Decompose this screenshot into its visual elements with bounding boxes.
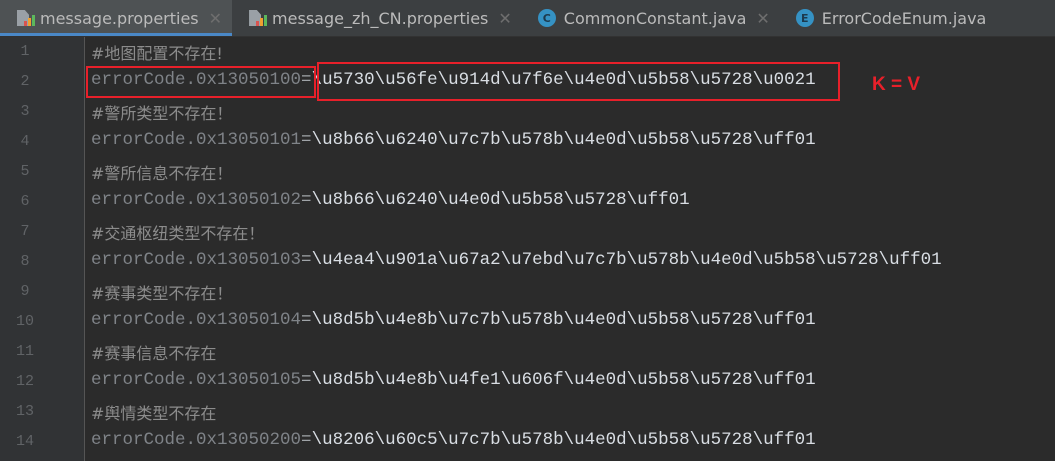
property-value: \u4ea4\u901a\u67a2\u7ebd\u7c7b\u578b\u4e… (311, 250, 942, 270)
line-number-gutter (0, 37, 85, 461)
tab-label: ErrorCodeEnum.java (821, 8, 987, 28)
editor-tab-bar: message.properties ✕ message_zh_CN.propert… (0, 0, 1055, 37)
comment-line: #警所信息不存在！ (91, 160, 232, 185)
tab-commonconstant-java[interactable]: C CommonConstant.java ✕ (522, 0, 780, 36)
property-line: errorCode.0x13050102=\u8b66\u6240\u4e0d\… (91, 190, 690, 210)
comment-line: #舆情类型不存在 (91, 400, 216, 425)
property-line: errorCode.0x13050103=\u4ea4\u901a\u67a2\… (91, 250, 942, 270)
property-key: errorCode.0x13050103 (91, 250, 302, 270)
line-number: 5 (20, 163, 30, 180)
line-number: 8 (20, 253, 30, 270)
property-line: errorCode.0x13050101=\u8b66\u6240\u7c7b\… (91, 130, 816, 150)
annotation-value-box (317, 62, 840, 101)
comment-text: #赛事类型不存在！ (91, 284, 233, 303)
line-number: 6 (20, 193, 30, 210)
line-number: 2 (20, 73, 30, 90)
property-separator: = (301, 310, 312, 330)
line-number: 13 (15, 403, 34, 420)
enum-icon: E (795, 9, 814, 27)
tab-label: message.properties (40, 8, 199, 28)
comment-text: #舆情类型不存在 (91, 404, 217, 423)
line-number: 4 (20, 133, 30, 150)
property-key: errorCode.0x13050200 (91, 430, 302, 450)
property-value: \u8d5b\u4e8b\u7c7b\u578b\u4e0d\u5b58\u57… (311, 310, 816, 330)
comment-text: #警所类型不存在！ (91, 104, 233, 123)
annotation-key-box (86, 66, 316, 98)
property-value: \u8d5b\u4e8b\u4fe1\u606f\u4e0d\u5b58\u57… (311, 370, 816, 390)
properties-file-icon (248, 9, 268, 27)
property-separator: = (301, 190, 312, 210)
comment-text: #交通枢纽类型不存在！ (91, 224, 265, 243)
tab-label: CommonConstant.java (563, 8, 747, 28)
class-icon: C (537, 9, 556, 27)
property-separator: = (301, 130, 312, 150)
line-number: 7 (20, 223, 30, 240)
property-value: \u8b66\u6240\u7c7b\u578b\u4e0d\u5b58\u57… (311, 130, 816, 150)
line-number: 3 (20, 103, 30, 120)
property-line: errorCode.0x13050105=\u8d5b\u4e8b\u4fe1\… (91, 370, 816, 390)
line-number: 12 (15, 373, 34, 390)
comment-line: #赛事类型不存在！ (91, 280, 232, 305)
property-key: errorCode.0x13050105 (91, 370, 302, 390)
property-value: \u8b66\u6240\u4e0d\u5b58\u5728\uff01 (311, 190, 690, 210)
tab-message-zh-cn-properties[interactable]: message_zh_CN.properties ✕ (232, 0, 522, 36)
close-icon[interactable]: ✕ (756, 9, 769, 28)
tab-label: message_zh_CN.properties (272, 8, 489, 28)
line-number: 10 (15, 313, 34, 330)
property-key: errorCode.0x13050104 (91, 310, 302, 330)
property-separator: = (301, 370, 312, 390)
line-number: 11 (15, 343, 34, 360)
property-key: errorCode.0x13050102 (91, 190, 302, 210)
property-value: \u8206\u60c5\u7c7b\u578b\u4e0d\u5b58\u57… (311, 430, 816, 450)
comment-text: #警所信息不存在！ (91, 164, 233, 183)
line-number: 1 (20, 43, 30, 60)
comment-line: #交通枢纽类型不存在！ (91, 220, 264, 245)
property-line: errorCode.0x13050104=\u8d5b\u4e8b\u7c7b\… (91, 310, 816, 330)
comment-line: #赛事信息不存在 (91, 340, 216, 365)
property-separator: = (301, 430, 312, 450)
close-icon[interactable]: ✕ (498, 9, 511, 28)
close-icon[interactable]: ✕ (209, 9, 222, 28)
comment-text: #赛事信息不存在 (91, 344, 217, 363)
tab-errorcodeenum-java[interactable]: E ErrorCodeEnum.java (780, 0, 997, 36)
comment-line: #地图配置不存在! (91, 40, 223, 65)
property-key: errorCode.0x13050101 (91, 130, 302, 150)
annotation-kv-label: K = V (872, 74, 921, 95)
property-line: errorCode.0x13050200=\u8206\u60c5\u7c7b\… (91, 430, 816, 450)
tab-message-properties[interactable]: message.properties ✕ (0, 0, 233, 36)
comment-line: #警所类型不存在！ (91, 100, 232, 125)
property-separator: = (301, 250, 312, 270)
properties-file-icon (16, 9, 35, 27)
comment-text: #地图配置不存在! (91, 44, 223, 63)
line-number: 9 (20, 283, 30, 300)
line-number: 14 (15, 433, 34, 450)
